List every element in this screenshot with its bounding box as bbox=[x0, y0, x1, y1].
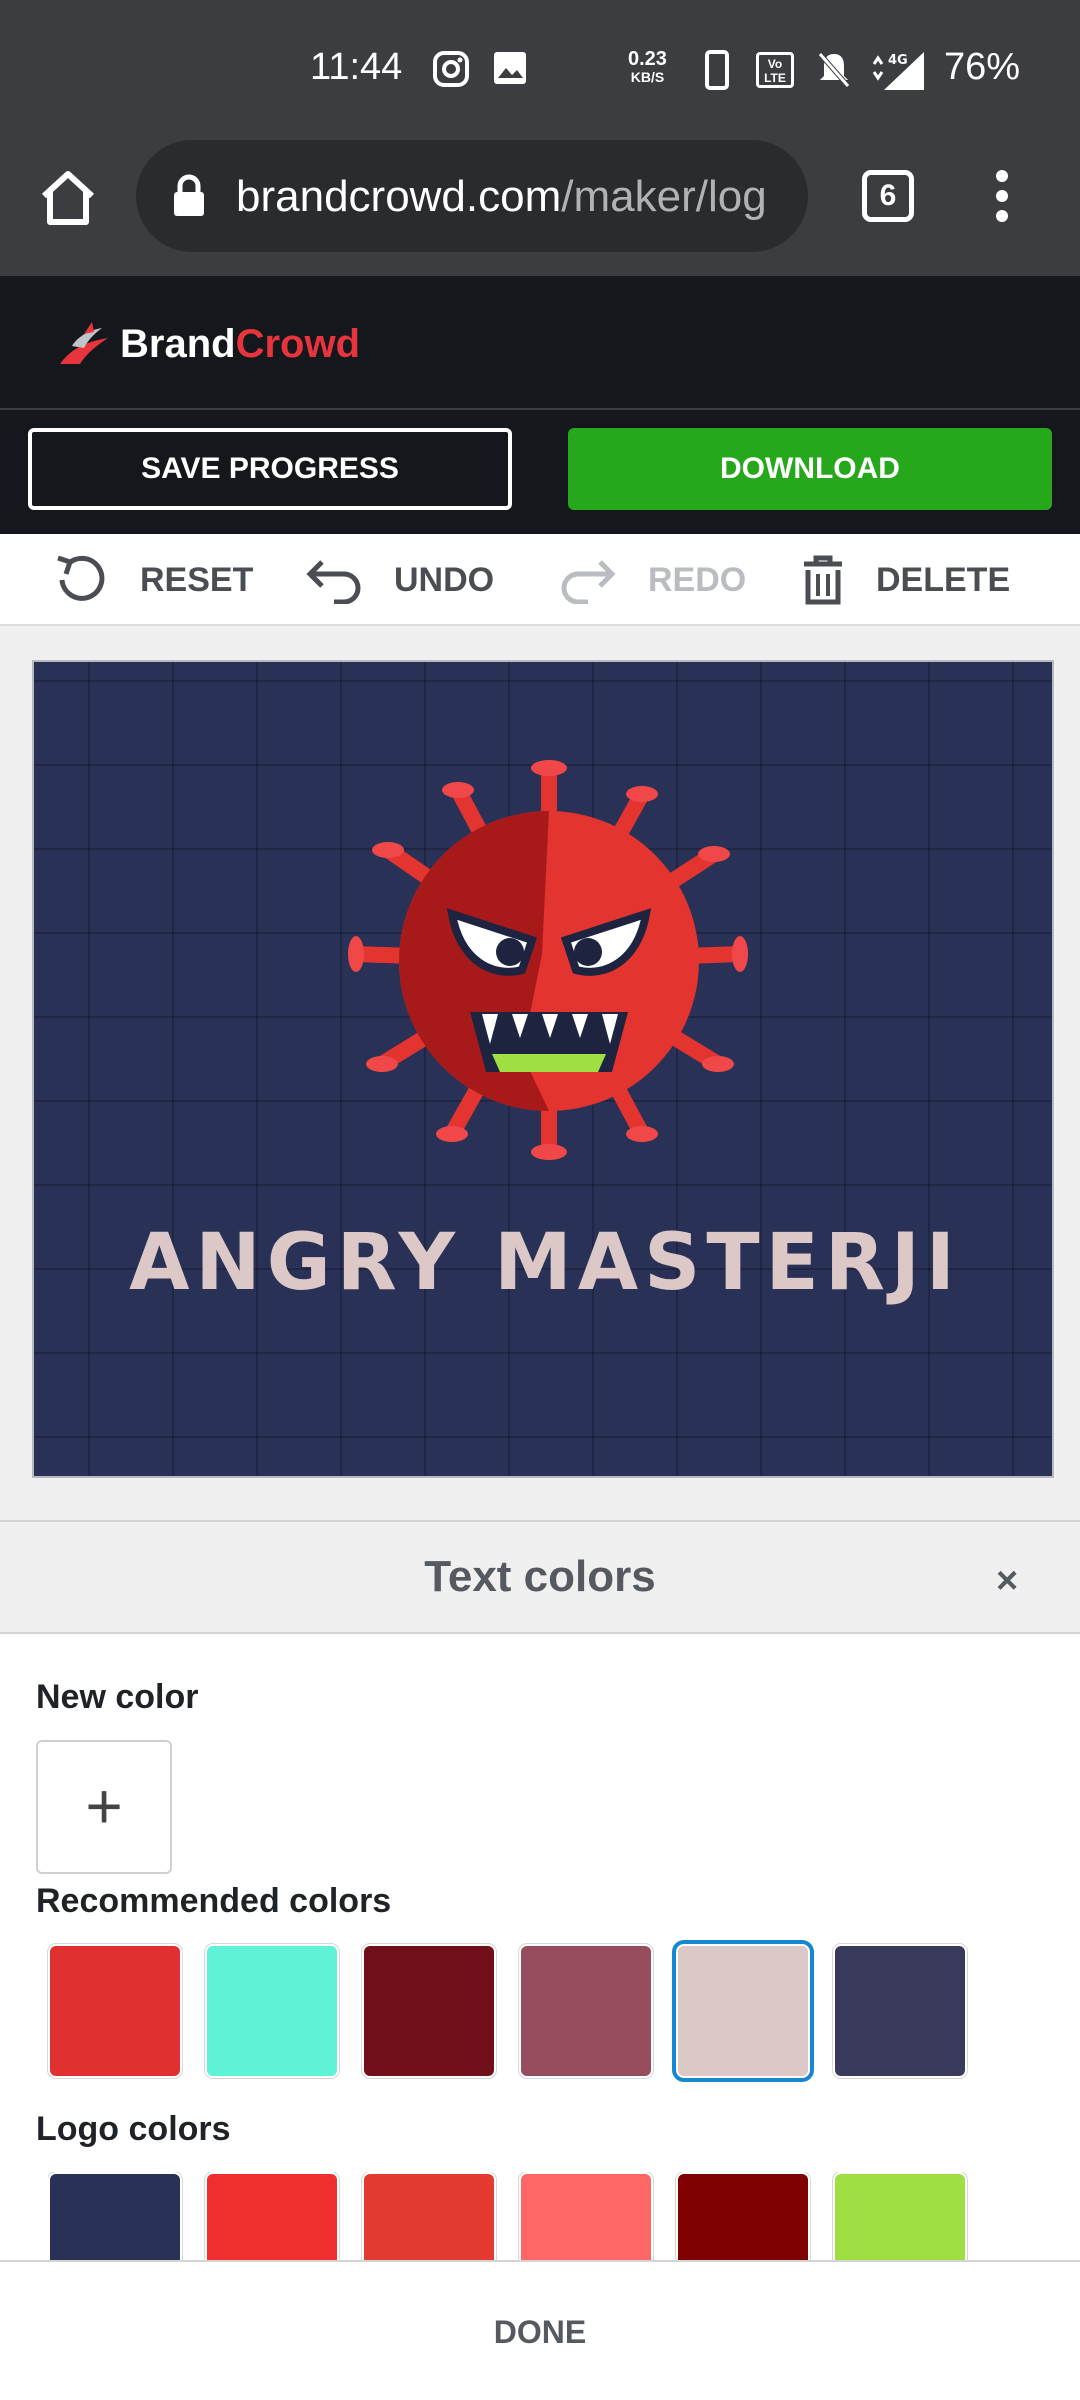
undo-icon bbox=[306, 560, 361, 604]
done-bar: DONE bbox=[0, 2260, 1080, 2400]
angry-virus-mascot-icon[interactable] bbox=[342, 754, 756, 1168]
done-button[interactable]: DONE bbox=[0, 2314, 1080, 2351]
status-bar: 11:44 0.23 KB/S Vo LTE 4G 76% bbox=[0, 0, 1080, 140]
brand-name-part2: Crowd bbox=[235, 321, 361, 366]
redo-icon bbox=[561, 560, 616, 604]
net-speed-unit: KB/S bbox=[630, 69, 665, 85]
recommended-colors-label: Recommended colors bbox=[36, 1882, 392, 1920]
url-path: /maker/log bbox=[561, 172, 767, 221]
redo-button[interactable]: REDO bbox=[558, 552, 746, 608]
browser-toolbar: brandcrowd.com/maker/log 6 bbox=[0, 140, 1080, 276]
tab-switcher-button[interactable]: 6 bbox=[862, 170, 914, 222]
address-bar[interactable]: brandcrowd.com/maker/log bbox=[136, 140, 808, 252]
trash-icon bbox=[804, 555, 842, 605]
battery-percent: 76% bbox=[944, 46, 1021, 88]
brand-mark-icon bbox=[60, 322, 108, 364]
logo-colors-label: Logo colors bbox=[36, 2110, 231, 2148]
network-label: 4G bbox=[888, 53, 908, 68]
signal-icon: 4G bbox=[872, 52, 924, 90]
undo-button[interactable]: UNDO bbox=[304, 552, 494, 608]
overflow-menu-icon[interactable] bbox=[990, 170, 1014, 226]
recommended-colors-row bbox=[48, 1944, 1028, 2078]
mute-icon bbox=[818, 52, 850, 88]
instagram-icon bbox=[433, 51, 469, 87]
undo-label: UNDO bbox=[394, 560, 495, 599]
logo-color-swatch[interactable] bbox=[205, 2172, 339, 2260]
gallery-icon bbox=[494, 52, 526, 84]
canvas-area: ANGRY MASTERJI bbox=[0, 626, 1080, 1520]
logo-color-swatch[interactable] bbox=[833, 2172, 967, 2260]
panel-header: Text colors × bbox=[0, 1522, 1080, 1634]
logo-canvas[interactable]: ANGRY MASTERJI bbox=[32, 660, 1054, 1478]
panel-title: Text colors bbox=[424, 1552, 656, 1601]
volte-icon: Vo LTE bbox=[756, 52, 794, 88]
reset-label: RESET bbox=[140, 560, 254, 599]
recommended-color-swatch[interactable] bbox=[362, 1944, 496, 2078]
recommended-color-swatch[interactable] bbox=[676, 1944, 810, 2078]
logo-color-swatch[interactable] bbox=[48, 2172, 182, 2260]
phone-icon bbox=[705, 50, 729, 90]
save-progress-button[interactable]: SAVE PROGRESS bbox=[28, 428, 512, 510]
editor-toolbar: RESET UNDO REDO DELETE bbox=[0, 534, 1080, 626]
logo-text[interactable]: ANGRY MASTERJI bbox=[34, 1218, 1052, 1308]
new-color-label: New color bbox=[36, 1678, 199, 1716]
brandcrowd-logo[interactable]: BrandCrowd bbox=[56, 320, 360, 368]
logo-colors-row bbox=[48, 2172, 1028, 2260]
logo-color-swatch[interactable] bbox=[676, 2172, 810, 2260]
site-header: BrandCrowd bbox=[0, 276, 1080, 410]
recommended-color-swatch[interactable] bbox=[833, 1944, 967, 2078]
net-speed-value: 0.23 bbox=[628, 48, 667, 70]
redo-label: REDO bbox=[648, 560, 747, 599]
logo-color-swatch[interactable] bbox=[362, 2172, 496, 2260]
reset-icon bbox=[57, 555, 105, 601]
home-icon[interactable] bbox=[36, 166, 100, 230]
status-time: 11:44 bbox=[310, 46, 403, 88]
download-button[interactable]: DOWNLOAD bbox=[568, 428, 1052, 510]
reset-button[interactable]: RESET bbox=[54, 552, 253, 608]
delete-button[interactable]: DELETE bbox=[800, 552, 1010, 608]
lock-icon bbox=[174, 174, 204, 216]
logo-color-swatch[interactable] bbox=[519, 2172, 653, 2260]
action-row: SAVE PROGRESS DOWNLOAD bbox=[0, 410, 1080, 534]
brand-name-part1: Brand bbox=[120, 321, 236, 366]
recommended-color-swatch[interactable] bbox=[48, 1944, 182, 2078]
net-speed: 0.23 KB/S bbox=[628, 48, 667, 86]
delete-label: DELETE bbox=[876, 560, 1011, 599]
add-color-button[interactable]: + bbox=[36, 1740, 172, 1874]
recommended-color-swatch[interactable] bbox=[205, 1944, 339, 2078]
url-text: brandcrowd.com/maker/log bbox=[236, 172, 796, 222]
recommended-color-swatch[interactable] bbox=[519, 1944, 653, 2078]
close-icon[interactable]: × bbox=[996, 1560, 1018, 1603]
text-colors-panel: Text colors × New color + Recommended co… bbox=[0, 1520, 1080, 2400]
url-host: brandcrowd.com bbox=[236, 172, 562, 221]
